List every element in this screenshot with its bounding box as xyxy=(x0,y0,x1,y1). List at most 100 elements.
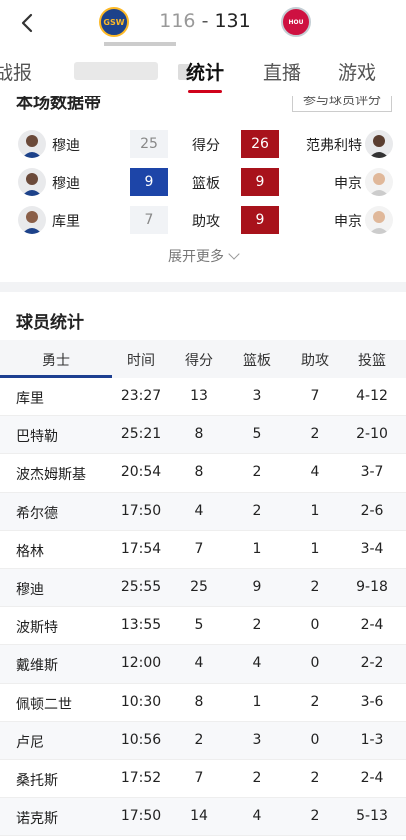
right-player-name: 范弗利特 xyxy=(306,138,362,154)
player-name-cell: 波杰姆斯基 xyxy=(16,467,86,484)
avatar xyxy=(365,130,393,158)
player-name-cell: 希尔德 xyxy=(16,505,58,522)
left-value: 25 xyxy=(130,130,168,158)
avatar xyxy=(365,206,393,234)
top-bar: GSW 116 - 131 HOU xyxy=(0,0,406,46)
chevron-down-icon xyxy=(228,248,240,260)
right-player-name: 申京 xyxy=(334,176,362,192)
rebounds-cell: 2 xyxy=(252,502,262,519)
table-row[interactable]: 波杰姆斯基 20:54 8 2 4 3-7 xyxy=(0,454,406,493)
assists-cell: 2 xyxy=(310,578,320,595)
assists-cell: 2 xyxy=(310,808,320,825)
assists-cell: 2 xyxy=(310,769,320,786)
points-cell: 25 xyxy=(190,578,208,595)
field-goals-cell: 2-4 xyxy=(360,769,384,786)
field-goals-cell: 9-18 xyxy=(356,578,388,595)
rebounds-cell: 3 xyxy=(252,731,262,748)
table-row[interactable]: 诺克斯 17:50 14 4 2 5-13 xyxy=(0,798,406,837)
player-name-cell: 穆迪 xyxy=(16,581,44,598)
comparison-row-rebounds[interactable]: 穆迪 9 篮板 9 申京 xyxy=(0,168,406,198)
points-cell: 7 xyxy=(194,769,204,786)
points-cell: 4 xyxy=(194,502,204,519)
column-header-assists: 助攻 xyxy=(301,353,329,369)
player-name-cell: 卢尼 xyxy=(16,734,44,751)
rebounds-cell: 9 xyxy=(252,578,262,595)
column-header-points: 得分 xyxy=(185,353,213,369)
rate-players-button[interactable]: 参与球员评分 xyxy=(292,96,392,112)
rockets-logo[interactable]: HOU xyxy=(281,7,311,37)
tab-game[interactable]: 游戏 xyxy=(338,58,376,85)
player-name-cell: 诺克斯 xyxy=(16,811,58,828)
right-player-name: 申京 xyxy=(334,214,362,230)
score-display: 116 - 131 xyxy=(150,10,260,32)
minutes-cell: 25:21 xyxy=(120,426,162,443)
assists-cell: 0 xyxy=(310,617,320,634)
stat-label: 篮板 xyxy=(192,176,220,192)
away-score: 131 xyxy=(214,10,251,32)
avatar xyxy=(18,130,46,158)
player-stats-table: 勇士 时间 得分 篮板 助攻 投篮 库里 23:27 13 3 7 4-12 巴特勒 25:2… xyxy=(0,340,406,837)
assists-cell: 0 xyxy=(310,731,320,748)
stat-label: 助攻 xyxy=(192,214,220,230)
table-row[interactable]: 希尔德 17:50 4 2 1 2-6 xyxy=(0,492,406,531)
table-row[interactable]: 佩顿二世 10:30 8 1 2 3-6 xyxy=(0,684,406,722)
column-header-rebounds: 篮板 xyxy=(243,353,271,369)
summary-title: 本场数据带 xyxy=(16,96,101,113)
table-row[interactable]: 桑托斯 17:52 7 2 2 2-4 xyxy=(0,760,406,799)
assists-cell: 2 xyxy=(310,693,320,710)
comparison-row-points[interactable]: 穆迪 25 得分 26 范弗利特 xyxy=(0,130,406,160)
warriors-logo[interactable]: GSW xyxy=(99,7,129,37)
team-tab-warriors[interactable]: 勇士 xyxy=(0,350,112,370)
tab-obscured[interactable] xyxy=(74,62,158,80)
rebounds-cell: 3 xyxy=(252,388,262,404)
table-row[interactable]: 戴维斯 12:00 4 4 0 2-2 xyxy=(0,645,406,684)
rebounds-cell: 2 xyxy=(252,769,262,786)
tab-report[interactable]: 战报 xyxy=(0,58,32,85)
table-row[interactable]: 格林 17:54 7 1 1 3-4 xyxy=(0,531,406,569)
assists-cell: 7 xyxy=(310,388,320,404)
tab-live[interactable]: 直播 xyxy=(263,58,301,85)
stat-label: 得分 xyxy=(192,138,220,154)
table-row[interactable]: 穆迪 25:55 25 9 2 9-18 xyxy=(0,568,406,608)
table-header: 勇士 时间 得分 篮板 助攻 投篮 xyxy=(0,340,406,378)
player-name-cell: 桑托斯 xyxy=(16,772,58,789)
points-cell: 13 xyxy=(190,388,208,404)
field-goals-cell: 2-2 xyxy=(360,655,384,672)
back-button[interactable] xyxy=(12,8,42,38)
rebounds-cell: 2 xyxy=(252,617,262,634)
player-name-cell: 库里 xyxy=(16,391,44,407)
field-goals-cell: 2-10 xyxy=(356,426,388,443)
assists-cell: 2 xyxy=(310,426,320,443)
player-name-cell: 佩顿二世 xyxy=(16,696,72,713)
section-divider xyxy=(0,282,406,292)
points-cell: 5 xyxy=(194,617,204,634)
table-row[interactable]: 波斯特 13:55 5 2 0 2-4 xyxy=(0,607,406,646)
minutes-cell: 17:52 xyxy=(120,769,162,786)
tab-stats[interactable]: 统计 xyxy=(186,58,224,85)
chevron-left-icon xyxy=(21,13,33,33)
player-stats-title: 球员统计 xyxy=(16,313,84,333)
table-row[interactable]: 库里 23:27 13 3 7 4-12 xyxy=(0,378,406,417)
comparison-row-assists[interactable]: 库里 7 助攻 9 申京 xyxy=(0,206,406,236)
table-body: 库里 23:27 13 3 7 4-12 巴特勒 25:21 8 5 2 2-10 波杰姆斯基 20:54… xyxy=(0,378,406,837)
points-cell: 8 xyxy=(194,426,204,443)
left-player-name: 穆迪 xyxy=(52,138,80,154)
minutes-cell: 13:55 xyxy=(120,617,162,634)
table-row[interactable]: 巴特勒 25:21 8 5 2 2-10 xyxy=(0,416,406,455)
assists-cell: 0 xyxy=(310,655,320,672)
expand-more-button[interactable]: 展开更多 xyxy=(0,246,406,266)
player-name-cell: 格林 xyxy=(16,543,44,560)
minutes-cell: 20:54 xyxy=(120,464,162,481)
tab-bar: 战报 统计 直播 游戏 xyxy=(0,46,406,96)
field-goals-cell: 2-4 xyxy=(360,617,384,634)
left-player-name: 库里 xyxy=(52,214,80,230)
left-player-name: 穆迪 xyxy=(52,176,80,192)
minutes-cell: 12:00 xyxy=(120,655,162,672)
active-tab-indicator xyxy=(188,90,222,93)
points-cell: 4 xyxy=(194,655,204,672)
field-goals-cell: 5-13 xyxy=(356,808,388,825)
field-goals-cell: 3-4 xyxy=(360,540,384,557)
column-header-field-goals: 投篮 xyxy=(358,353,386,369)
minutes-cell: 17:54 xyxy=(120,540,162,557)
table-row[interactable]: 卢尼 10:56 2 3 0 1-3 xyxy=(0,721,406,760)
